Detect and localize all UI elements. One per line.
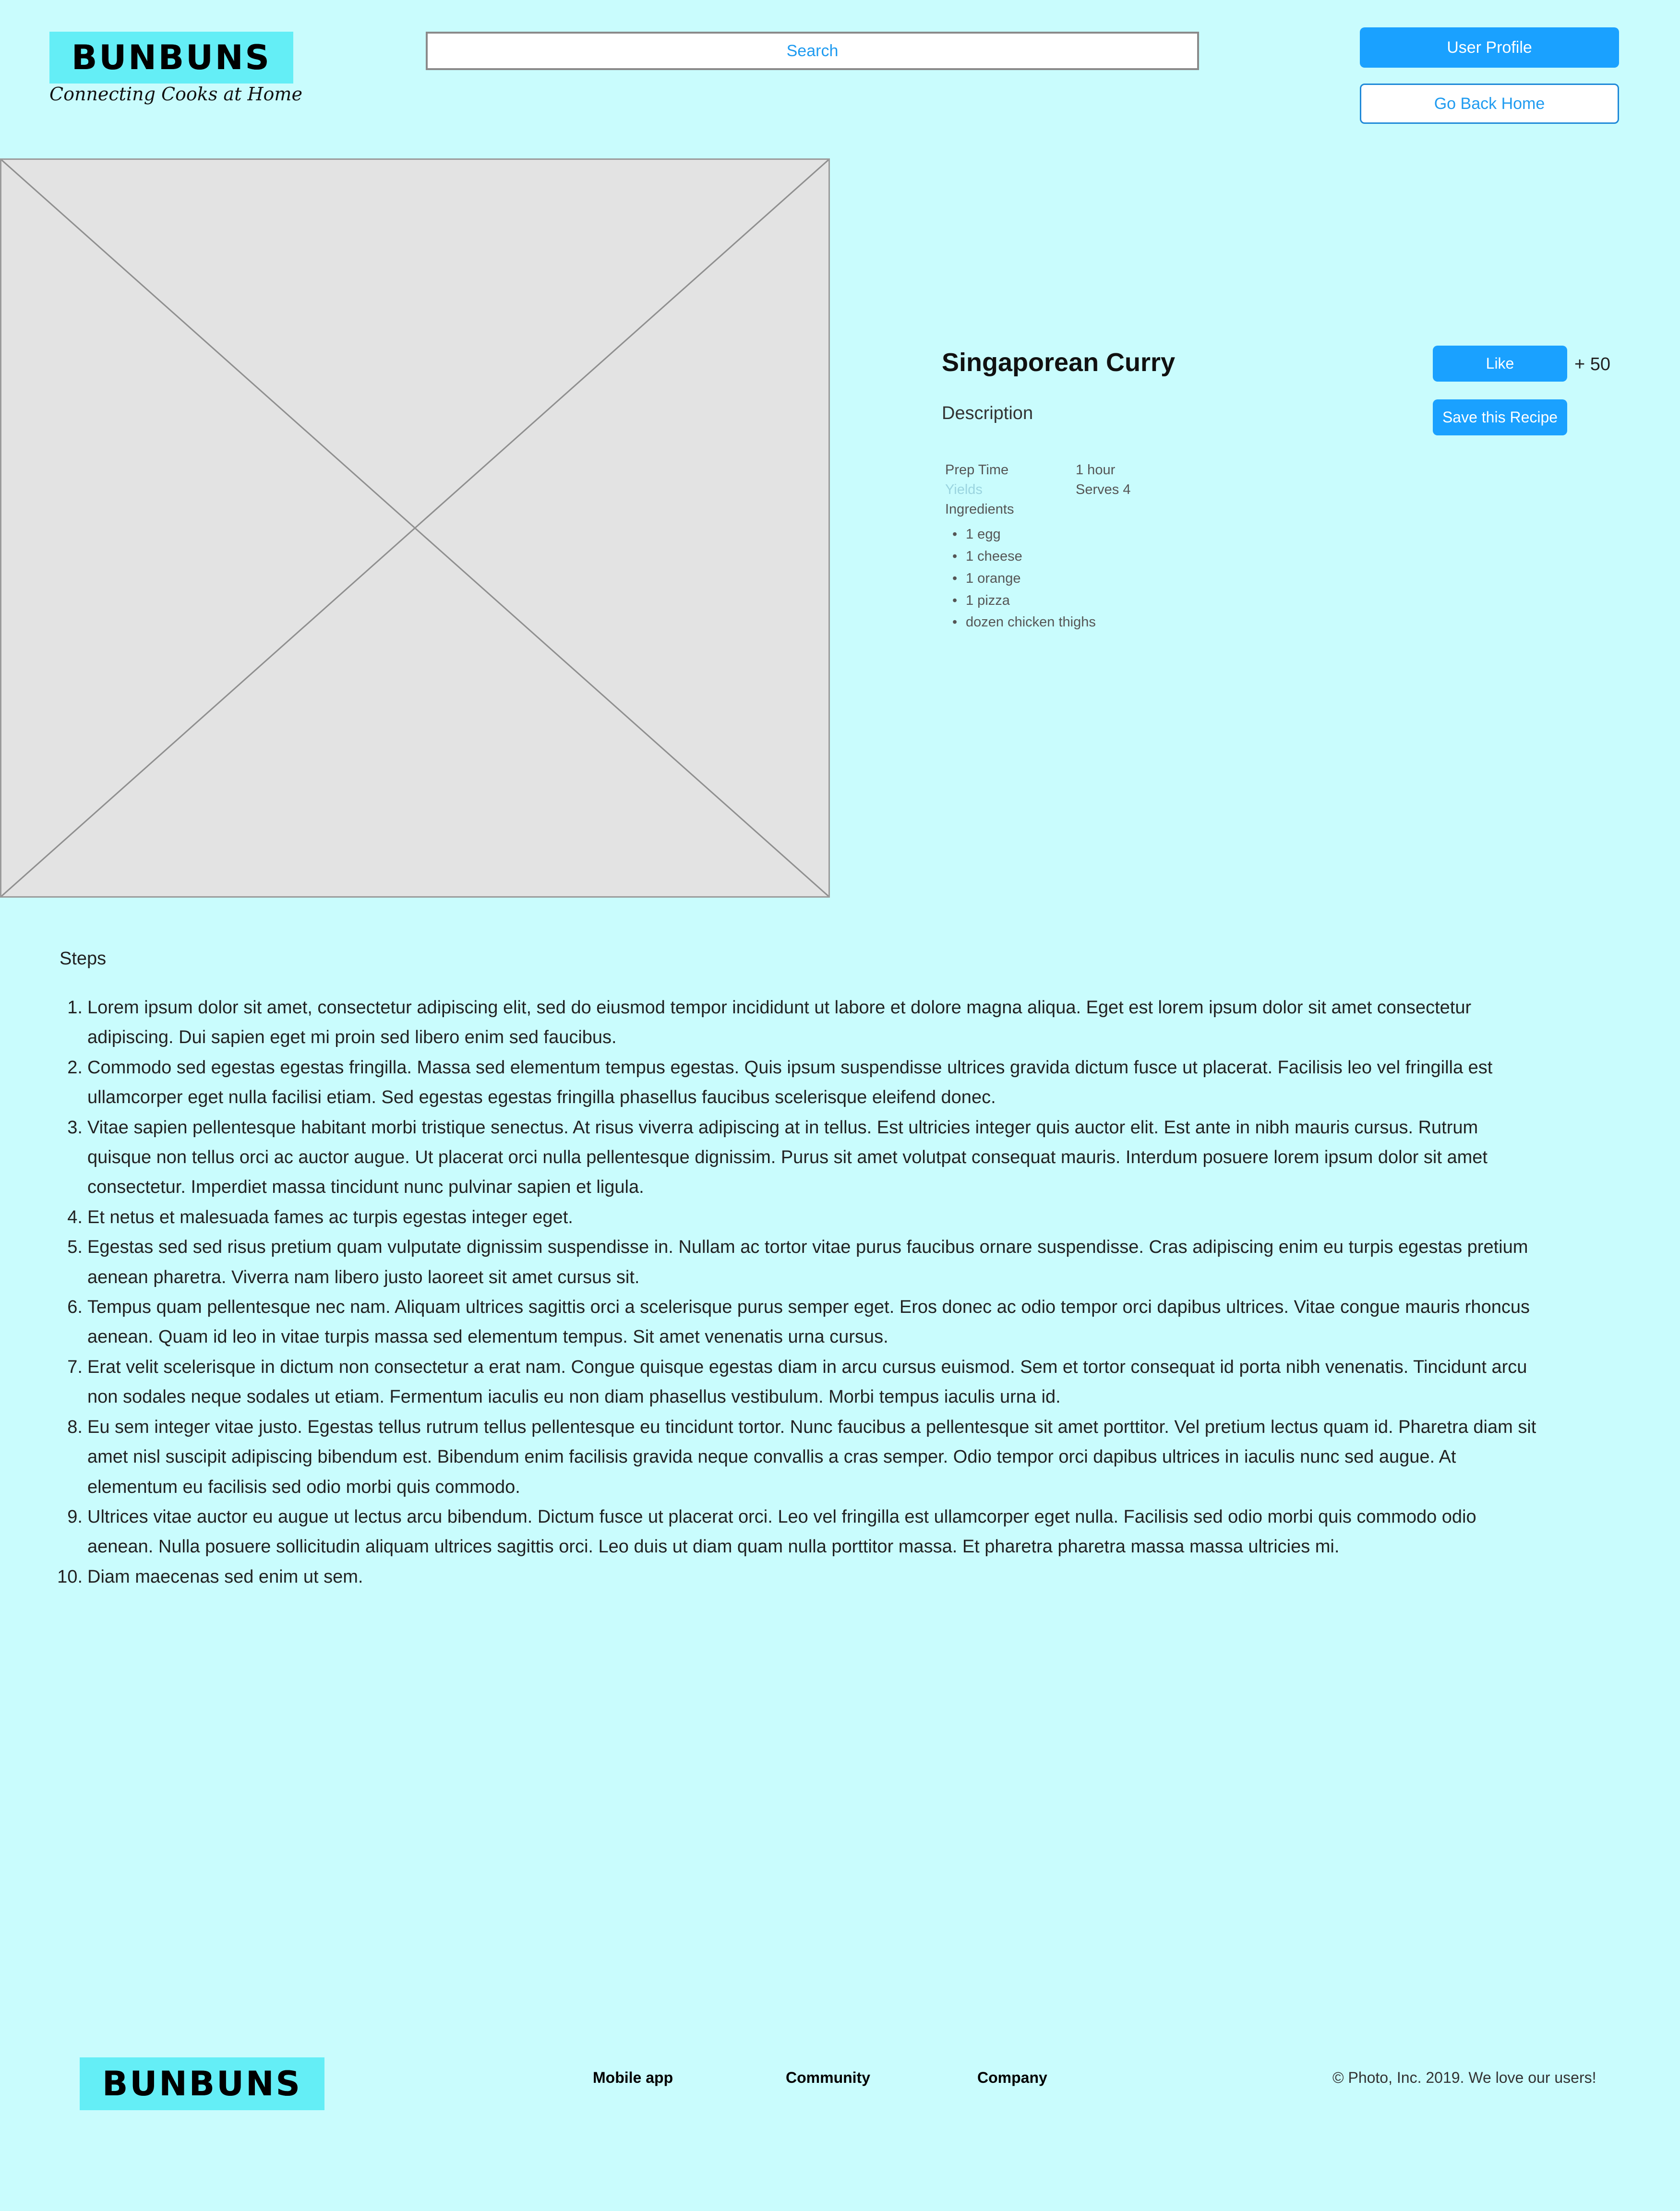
step-item: 2. Commodo sed egestas egestas fringilla.…: [67, 1057, 1493, 1108]
ingredient-item: 1 orange: [952, 571, 1020, 587]
search-input[interactable]: Search: [426, 32, 1199, 70]
step-text: Vitae sapien pellentesque habitant morbi…: [87, 1117, 1488, 1198]
step-item: 4. Et netus et malesuada fames ac turpis …: [67, 1207, 573, 1227]
ingredient-item: 1 egg: [952, 527, 1000, 542]
ingredient-item: 1 cheese: [952, 549, 1022, 565]
like-label: Like: [1486, 355, 1514, 372]
go-back-home-button[interactable]: Go Back Home: [1360, 84, 1619, 124]
step-text: Lorem ipsum dolor sit amet, consectetur …: [87, 997, 1472, 1048]
image-placeholder-icon: [1, 160, 828, 896]
ingredient-item: 1 pizza: [952, 593, 1010, 609]
steps-list: 1. Lorem ipsum dolor sit amet, consectetu…: [57, 993, 1537, 1592]
step-text: Diam maecenas sed enim ut sem.: [87, 1566, 363, 1587]
step-text: Eu sem integer vitae justo. Egestas tell…: [87, 1417, 1536, 1497]
like-count: + 50: [1574, 354, 1611, 374]
footer-link-mobile-app[interactable]: Mobile app: [593, 2069, 673, 2087]
yields-value: Serves 4: [1076, 482, 1131, 497]
recipe-description-label: Description: [942, 403, 1033, 423]
step-text: Commodo sed egestas egestas fringilla. M…: [87, 1057, 1493, 1108]
footer-logo-text: BUNBUNS: [102, 2064, 302, 2103]
footer-link-company[interactable]: Company: [977, 2069, 1047, 2087]
steps-heading: Steps: [60, 949, 107, 969]
step-item: 9. Ultrices vitae auctor eu augue ut lect…: [67, 1506, 1476, 1557]
step-item: 10. Diam maecenas sed enim ut sem.: [57, 1566, 363, 1587]
step-text: Erat velit scelerisque in dictum non con…: [87, 1357, 1527, 1407]
step-text: Et netus et malesuada fames ac turpis eg…: [87, 1207, 573, 1227]
footer-copyright: © Photo, Inc. 2019. We love our users!: [1332, 2069, 1596, 2086]
recipe-image: [0, 158, 830, 898]
prep-time-value: 1 hour: [1076, 462, 1116, 478]
ingredients-label: Ingredients: [945, 502, 1014, 517]
yields-label: Yields: [945, 482, 983, 497]
header-logo[interactable]: BUNBUNS: [49, 32, 293, 84]
step-item: 3. Vitae sapien pellentesque habitant mor…: [67, 1117, 1488, 1198]
user-profile-label: User Profile: [1447, 38, 1532, 57]
step-item: 5. Egestas sed sed risus pretium quam vul…: [67, 1237, 1528, 1287]
step-text: Ultrices vitae auctor eu augue ut lectus…: [87, 1506, 1476, 1557]
prep-time-label: Prep Time: [945, 462, 1009, 478]
step-item: 8. Eu sem integer vitae justo. Egestas te…: [67, 1417, 1536, 1497]
step-item: 7. Erat velit scelerisque in dictum non c…: [67, 1357, 1527, 1407]
like-button[interactable]: Like: [1433, 346, 1567, 382]
recipe-title: Singaporean Curry: [942, 348, 1176, 377]
go-back-home-label: Go Back Home: [1434, 94, 1545, 113]
search-label: Search: [786, 41, 839, 60]
footer-logo[interactable]: BUNBUNS: [80, 2057, 324, 2110]
step-item: 1. Lorem ipsum dolor sit amet, consectetu…: [67, 997, 1472, 1048]
step-text: Tempus quam pellentesque nec nam. Aliqua…: [87, 1297, 1530, 1347]
save-recipe-button[interactable]: Save this Recipe: [1433, 399, 1567, 435]
user-profile-button[interactable]: User Profile: [1360, 27, 1619, 68]
tagline: Connecting Cooks at Home: [49, 84, 302, 105]
ingredient-item: dozen chicken thighs: [952, 614, 1096, 630]
footer-link-community[interactable]: Community: [786, 2069, 870, 2087]
logo-text: BUNBUNS: [72, 38, 271, 77]
save-recipe-label: Save this Recipe: [1442, 409, 1558, 426]
step-item: 6. Tempus quam pellentesque nec nam. Aliq…: [67, 1297, 1530, 1347]
step-text: Egestas sed sed risus pretium quam vulpu…: [87, 1237, 1528, 1287]
